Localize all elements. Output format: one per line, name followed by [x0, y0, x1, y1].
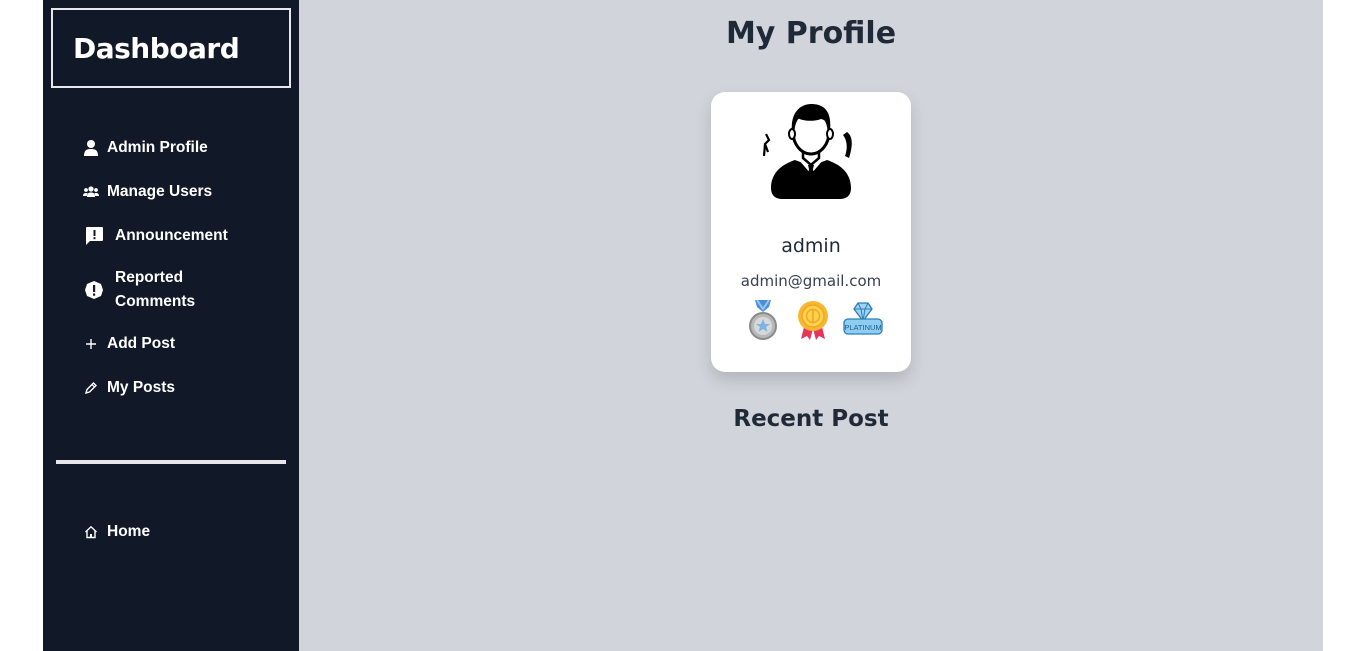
plus-icon [83, 336, 99, 352]
brand-title: Dashboard [73, 31, 240, 65]
brand-box[interactable]: Dashboard [51, 8, 291, 88]
svg-text:PLATINUM: PLATINUM [844, 323, 881, 332]
businessman-avatar-icon [762, 104, 852, 199]
recent-post-heading: Recent Post [733, 406, 889, 432]
sidebar-item-add-post[interactable]: Add Post [83, 328, 283, 360]
sidebar-item-label: My Posts [107, 379, 176, 396]
sidebar-item-announcement[interactable]: Announcement [83, 220, 283, 252]
sidebar-item-label: Manage Users [107, 183, 213, 200]
sidebar: Dashboard Admin Profile Manage Users Ann… [43, 0, 299, 651]
user-icon [83, 140, 99, 156]
sidebar-item-my-posts[interactable]: My Posts [83, 372, 283, 404]
badge-list: PLATINUM [743, 299, 883, 341]
sidebar-item-reported-comments[interactable]: Reported Comments [83, 264, 283, 316]
silver-medal-icon [743, 299, 783, 341]
sidebar-item-admin-profile[interactable]: Admin Profile [83, 132, 283, 164]
gold-medal-icon [793, 299, 833, 341]
sidebar-item-home[interactable]: Home [83, 516, 150, 548]
sidebar-item-label: Reported Comments [115, 269, 196, 310]
sidebar-item-label: Home [107, 523, 151, 540]
sidebar-item-label: Announcement [115, 227, 228, 244]
sidebar-item-manage-users[interactable]: Manage Users [83, 176, 283, 208]
sidebar-item-label: Admin Profile [107, 139, 208, 156]
sidebar-nav: Admin Profile Manage Users Announcement … [83, 132, 283, 416]
alert-circle-icon [83, 279, 105, 301]
page-title: My Profile [725, 16, 897, 51]
sidebar-item-label: Add Post [107, 335, 176, 352]
profile-card: admin admin@gmail.com PLATINUM [711, 92, 911, 372]
avatar [761, 102, 861, 202]
main-content: My Profile admin admin@gmail.com PLATINU… [299, 0, 1323, 651]
home-icon [83, 524, 99, 540]
pen-icon [83, 380, 99, 396]
profile-email: admin@gmail.com [740, 272, 882, 290]
announcement-icon [83, 225, 105, 247]
users-icon [83, 184, 99, 200]
profile-name: admin [781, 235, 841, 257]
sidebar-divider [56, 460, 286, 464]
platinum-badge-icon: PLATINUM [843, 299, 883, 341]
app-frame: Dashboard Admin Profile Manage Users Ann… [43, 0, 1323, 651]
